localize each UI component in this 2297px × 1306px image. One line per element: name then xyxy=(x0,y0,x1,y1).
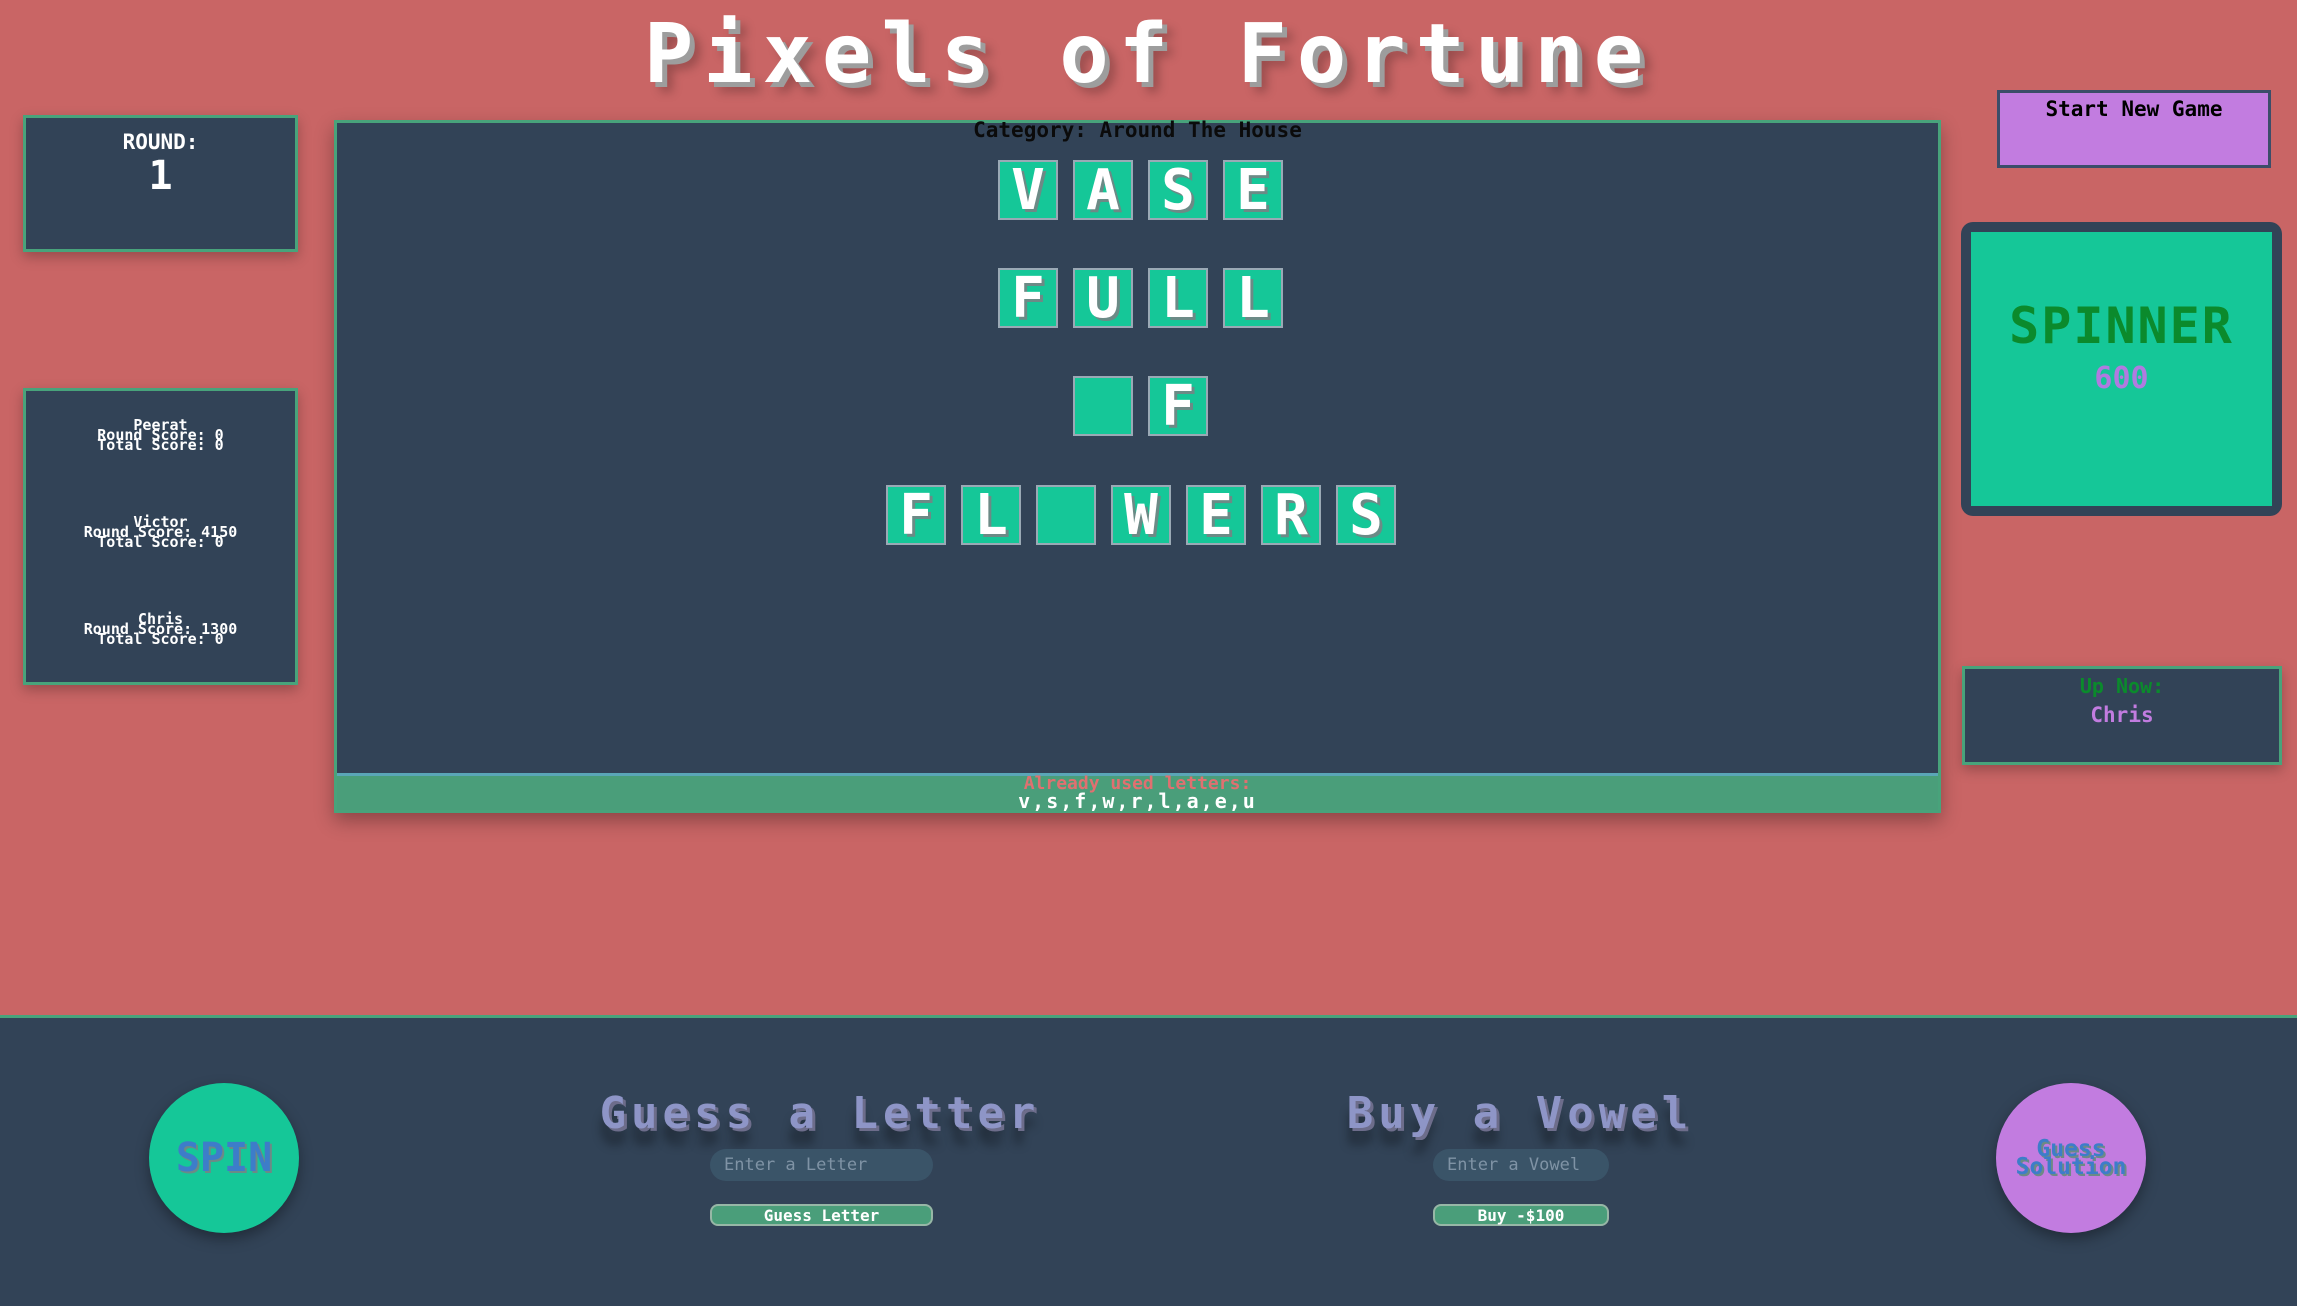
spinner-panel: SPINNER 600 xyxy=(1961,222,2282,516)
player-total-score: Total Score: 0 xyxy=(97,630,224,648)
player-total-score: Total Score: 0 xyxy=(97,533,224,551)
buy-vowel-title: Buy a Vowel xyxy=(1346,1088,1694,1139)
up-now-panel: Up Now: Chris xyxy=(1962,666,2282,765)
letter-tile: A xyxy=(1073,160,1133,220)
buy-vowel-input[interactable] xyxy=(1433,1149,1609,1181)
guess-solution-label: Guess Solution xyxy=(2015,1136,2127,1180)
puzzle-tiles: VASEFULLFFLWERS xyxy=(337,123,1938,810)
letter-tile: L xyxy=(1148,268,1208,328)
spinner-label: SPINNER xyxy=(2009,297,2234,355)
spinner-display: SPINNER 600 xyxy=(1971,232,2272,506)
letter-tile: W xyxy=(1111,485,1171,545)
guess-letter-title: Guess a Letter xyxy=(599,1088,1041,1139)
letter-tile: F xyxy=(998,268,1058,328)
guess-solution-button[interactable]: Guess Solution xyxy=(1996,1083,2146,1233)
letter-tile: F xyxy=(1148,376,1208,436)
guess-letter-button[interactable]: Guess Letter xyxy=(710,1204,933,1226)
round-label: ROUND: xyxy=(122,130,199,154)
used-letters-bar: Already used letters: v,s,f,w,r,l,a,e,u xyxy=(337,773,1938,813)
letter-tile xyxy=(1073,376,1133,436)
spinner-value: 600 xyxy=(2094,361,2149,396)
letter-tile: R xyxy=(1261,485,1321,545)
letter-tile: V xyxy=(998,160,1058,220)
letter-tile: S xyxy=(1336,485,1396,545)
letter-tile: E xyxy=(1223,160,1283,220)
letter-tile: L xyxy=(961,485,1021,545)
game-title: Pixels of Fortune xyxy=(643,7,1654,102)
control-bar xyxy=(0,1015,2297,1306)
guess-letter-input[interactable] xyxy=(710,1149,933,1181)
letter-tile: U xyxy=(1073,268,1133,328)
buy-vowel-button[interactable]: Buy -$100 xyxy=(1433,1204,1609,1226)
puzzle-board: Category: Around The House VASEFULLFFLWE… xyxy=(334,120,1941,813)
current-player-name: Chris xyxy=(2090,703,2154,727)
round-panel: ROUND: 1 xyxy=(23,115,298,252)
letter-tile: E xyxy=(1186,485,1246,545)
spin-button[interactable]: SPIN xyxy=(149,1083,299,1233)
up-now-label: Up Now: xyxy=(2079,674,2165,698)
start-new-game-button[interactable]: Start New Game xyxy=(1997,90,2271,168)
player-score-chris: Chris Round Score: 1300 Total Score: 0 xyxy=(26,612,295,648)
scoreboard: Peerat Round Score: 0 Total Score: 0 Vic… xyxy=(23,388,298,685)
player-score-peerat: Peerat Round Score: 0 Total Score: 0 xyxy=(26,418,295,454)
round-number: 1 xyxy=(148,153,173,199)
letter-tile: S xyxy=(1148,160,1208,220)
used-letters-list: v,s,f,w,r,l,a,e,u xyxy=(1018,789,1257,813)
letter-tile: F xyxy=(886,485,946,545)
player-score-victor: Victor Round Score: 4150 Total Score: 0 xyxy=(26,515,295,551)
letter-tile xyxy=(1036,485,1096,545)
letter-tile: L xyxy=(1223,268,1283,328)
player-total-score: Total Score: 0 xyxy=(97,436,224,454)
